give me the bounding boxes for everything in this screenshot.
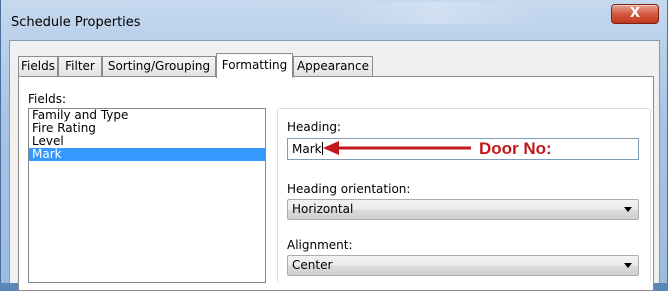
chevron-down-icon xyxy=(624,207,632,212)
alignment-value: Center xyxy=(292,258,333,272)
chevron-down-icon xyxy=(624,263,632,268)
tab-fields[interactable]: Fields xyxy=(18,56,58,76)
fields-list[interactable]: Family and Type Fire Rating Level Mark xyxy=(28,108,266,283)
tab-appearance[interactable]: Appearance xyxy=(293,56,373,76)
close-button[interactable]: X xyxy=(611,4,659,24)
dialog-window: Schedule Properties X Fields Filter Sort… xyxy=(0,0,668,291)
heading-orientation-label: Heading orientation: xyxy=(287,182,411,196)
heading-orientation-value: Horizontal xyxy=(292,202,354,216)
alignment-label: Alignment: xyxy=(287,238,353,252)
tab-filter[interactable]: Filter xyxy=(58,56,102,76)
list-item[interactable]: Fire Rating xyxy=(29,122,265,135)
dialog-title: Schedule Properties xyxy=(11,15,141,30)
list-item[interactable]: Level xyxy=(29,135,265,148)
list-item-selected[interactable]: Mark xyxy=(29,148,265,161)
alignment-select[interactable]: Center xyxy=(287,255,639,276)
close-icon: X xyxy=(629,6,641,21)
annotation-text: Door No: xyxy=(479,139,552,158)
tab-formatting[interactable]: Formatting xyxy=(216,53,293,78)
heading-input-value: Mark xyxy=(292,142,322,156)
title-bar-background xyxy=(331,2,541,24)
fields-label: Fields: xyxy=(28,92,66,106)
heading-label: Heading: xyxy=(287,120,341,134)
annotation-arrow xyxy=(323,141,471,155)
heading-orientation-select[interactable]: Horizontal xyxy=(287,199,639,220)
tab-sorting-grouping[interactable]: Sorting/Grouping xyxy=(102,56,216,76)
title-bar[interactable]: Schedule Properties X xyxy=(1,0,668,38)
